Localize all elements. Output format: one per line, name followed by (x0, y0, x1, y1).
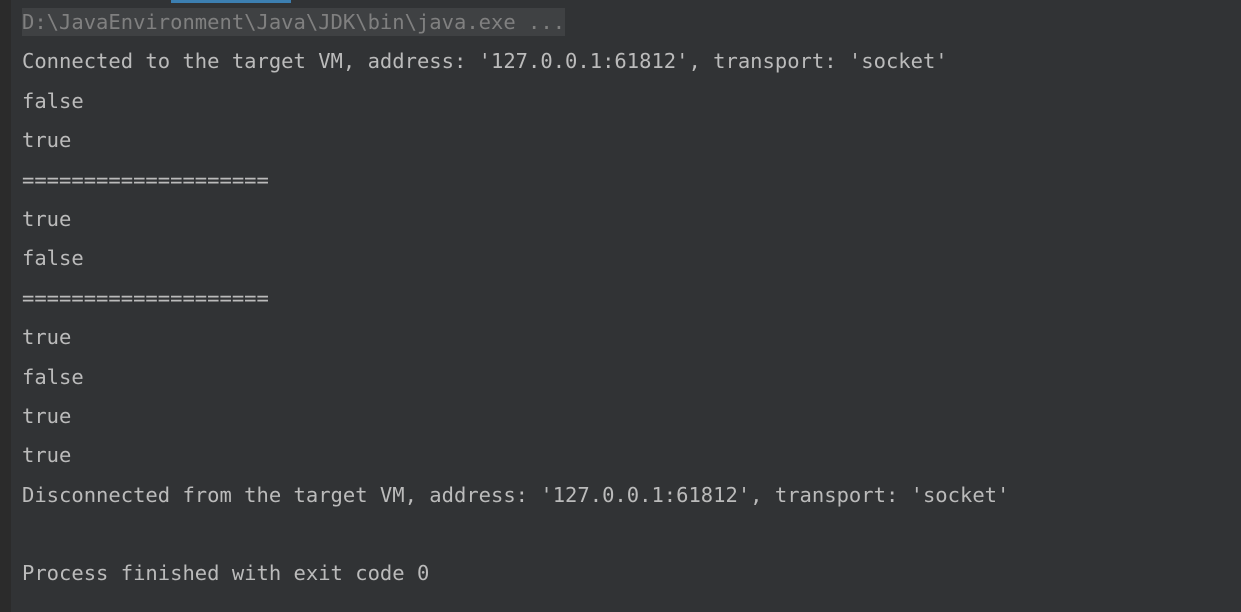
console-command-line: D:\JavaEnvironment\Java\JDK\bin\java.exe… (11, 3, 1241, 42)
console-output-line: Process finished with exit code 0 (11, 554, 1241, 593)
console-output-line: false (11, 239, 1241, 278)
run-console-panel[interactable]: D:\JavaEnvironment\Java\JDK\bin\java.exe… (0, 0, 1241, 612)
console-output-line: ==================== (11, 279, 1241, 318)
console-line-text: true (22, 325, 72, 350)
console-line-text: D:\JavaEnvironment\Java\JDK\bin\java.exe… (22, 8, 566, 36)
console-output-line: ==================== (11, 161, 1241, 200)
console-output-line: false (11, 82, 1241, 121)
console-line-text: Process finished with exit code 0 (22, 561, 430, 586)
console-output-line: true (11, 318, 1241, 357)
console-line-text: true (22, 403, 72, 428)
console-line-text: Connected to the target VM, address: '12… (22, 49, 948, 74)
console-output-line: true (11, 397, 1241, 436)
console-output-line: false (11, 358, 1241, 397)
console-output-line: true (11, 436, 1241, 475)
console-line-text: false (22, 88, 84, 113)
console-gutter (0, 0, 11, 612)
console-line-text: Disconnected from the target VM, address… (22, 482, 1010, 507)
console-line-text: false (22, 364, 84, 389)
console-line-text: false (22, 246, 84, 271)
console-line-text: ==================== (22, 285, 269, 310)
console-line-text: true (22, 443, 72, 468)
console-output-line: true (11, 121, 1241, 160)
console-line-text: true (22, 128, 72, 153)
console-line-text: ==================== (22, 167, 269, 192)
console-line-text: true (22, 206, 72, 231)
console-output-line: true (11, 200, 1241, 239)
console-output-area[interactable]: D:\JavaEnvironment\Java\JDK\bin\java.exe… (11, 0, 1241, 612)
console-output-line: Disconnected from the target VM, address… (11, 476, 1241, 515)
console-output-line: Connected to the target VM, address: '12… (11, 42, 1241, 81)
